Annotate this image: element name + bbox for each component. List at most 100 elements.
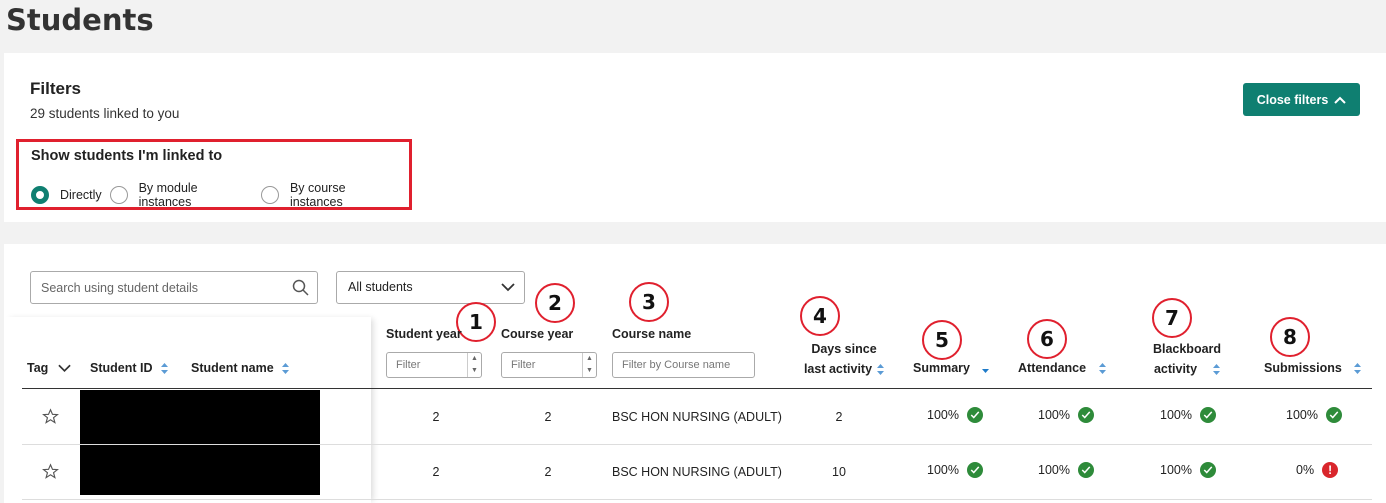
sort-icon xyxy=(160,363,168,375)
check-icon xyxy=(1077,407,1094,423)
column-header-student-name[interactable]: Student name xyxy=(191,358,290,378)
stepper-down-icon[interactable]: ▼ xyxy=(468,365,481,377)
chevron-up-icon xyxy=(1334,96,1346,104)
blackboard-cell: 100% xyxy=(1160,462,1216,478)
student-year-cell: 2 xyxy=(432,410,440,424)
column-header-days-since-activity[interactable]: Days since last activity xyxy=(789,339,899,379)
student-year-filter-placeholder: Filter xyxy=(396,359,421,371)
attendance-value: 100% xyxy=(1038,463,1070,477)
column-header-course-name[interactable]: Course name xyxy=(612,324,691,344)
check-icon xyxy=(966,462,983,478)
annotation-marker: 4 xyxy=(800,296,840,336)
column-header-summary[interactable]: Summary xyxy=(913,358,990,378)
attendance-cell: 100% xyxy=(1038,462,1094,478)
close-filters-label: Close filters xyxy=(1256,92,1329,107)
column-header-submissions[interactable]: Submissions xyxy=(1264,358,1362,378)
sort-icon xyxy=(1354,363,1362,375)
check-icon xyxy=(1199,462,1216,478)
stepper[interactable]: ▲ ▼ xyxy=(582,353,596,377)
chevron-down-icon xyxy=(501,283,515,292)
course-name-cell: BSC HON NURSING (ADULT) xyxy=(612,410,782,424)
sort-desc-icon xyxy=(982,369,990,374)
star-icon[interactable] xyxy=(42,408,59,425)
course-year-cell: 2 xyxy=(544,465,552,479)
column-header-student-name-label: Student name xyxy=(191,361,274,375)
course-name-cell: BSC HON NURSING (ADULT) xyxy=(612,465,782,479)
course-year-filter-placeholder: Filter xyxy=(511,359,536,371)
student-type-select[interactable]: All students xyxy=(336,271,525,304)
student-type-select-value: All students xyxy=(348,280,413,294)
radio-module-instances[interactable]: By module instances xyxy=(109,181,253,209)
blackboard-value: 100% xyxy=(1160,463,1192,477)
redacted-student-info xyxy=(80,445,320,495)
column-header-student-year[interactable]: Student year xyxy=(386,324,462,344)
radio-checked-icon xyxy=(31,186,49,204)
column-header-summary-label: Summary xyxy=(913,361,970,375)
radio-directly[interactable]: Directly xyxy=(31,186,102,204)
chevron-down-icon xyxy=(58,364,71,372)
column-header-student-id-label: Student ID xyxy=(90,361,153,375)
submissions-value: 0% xyxy=(1296,463,1315,477)
column-header-student-id[interactable]: Student ID xyxy=(90,358,168,378)
sort-icon xyxy=(1213,364,1221,376)
linked-to-radio-group: Directly By module instances By course i… xyxy=(31,181,409,209)
summary-cell: 100% xyxy=(927,407,983,423)
annotation-marker: 8 xyxy=(1270,317,1310,357)
column-header-blackboard-line1: Blackboard xyxy=(1152,342,1222,356)
annotation-marker: 2 xyxy=(535,283,575,323)
linked-to-highlight: Show students I'm linked to Directly By … xyxy=(16,139,412,210)
column-header-attendance-label: Attendance xyxy=(1018,361,1087,375)
column-header-course-year[interactable]: Course year xyxy=(501,324,573,344)
search-box xyxy=(30,271,318,304)
check-icon xyxy=(1199,407,1216,423)
course-year-filter[interactable]: Filter ▲ ▼ xyxy=(501,352,597,378)
search-input[interactable] xyxy=(31,272,281,303)
summary-value: 100% xyxy=(927,463,959,477)
days-cell: 2 xyxy=(835,410,843,424)
annotation-marker: 5 xyxy=(922,320,962,360)
radio-module-instances-label: By module instances xyxy=(138,181,198,209)
summary-value: 100% xyxy=(927,408,959,422)
column-header-blackboard-activity[interactable]: Blackboard activity xyxy=(1132,339,1242,379)
student-year-filter[interactable]: Filter ▲ ▼ xyxy=(386,352,482,378)
close-filters-button[interactable]: Close filters xyxy=(1243,83,1360,116)
submissions-cell: 0%! xyxy=(1296,462,1339,478)
radio-directly-label: Directly xyxy=(60,188,102,202)
students-table-panel: All students 1 2 3 4 5 6 7 8 Tag Student… xyxy=(4,244,1386,503)
submissions-cell: 100% xyxy=(1286,407,1342,423)
annotation-marker: 6 xyxy=(1027,319,1067,359)
blackboard-value: 100% xyxy=(1160,408,1192,422)
column-header-blackboard-line2: activity xyxy=(1153,362,1198,376)
blackboard-cell: 100% xyxy=(1160,407,1216,423)
sort-icon xyxy=(282,363,290,375)
submissions-value: 100% xyxy=(1286,408,1318,422)
stepper-up-icon[interactable]: ▲ xyxy=(583,353,596,365)
row-divider xyxy=(22,499,1372,500)
filters-title: Filters xyxy=(30,79,82,98)
annotation-marker: 7 xyxy=(1152,298,1192,338)
annotation-marker: 3 xyxy=(629,282,669,322)
column-header-attendance[interactable]: Attendance xyxy=(1018,358,1106,378)
days-cell: 10 xyxy=(832,465,846,479)
check-icon xyxy=(1325,407,1342,423)
radio-unchecked-icon xyxy=(109,186,128,204)
stepper-up-icon[interactable]: ▲ xyxy=(468,353,481,365)
search-icon[interactable] xyxy=(292,279,309,296)
column-header-tag-label: Tag xyxy=(27,361,49,375)
column-header-submissions-label: Submissions xyxy=(1264,361,1342,375)
attendance-cell: 100% xyxy=(1038,407,1094,423)
header-divider xyxy=(22,388,1372,389)
course-name-filter[interactable]: Filter by Course name xyxy=(612,352,755,378)
radio-course-instances[interactable]: By course instances xyxy=(261,181,401,209)
column-header-days-line1: Days since xyxy=(811,342,877,356)
stepper-down-icon[interactable]: ▼ xyxy=(583,365,596,377)
course-name-filter-placeholder: Filter by Course name xyxy=(622,359,731,371)
check-icon xyxy=(966,407,983,423)
column-header-tag[interactable]: Tag xyxy=(27,358,71,378)
annotation-marker: 1 xyxy=(456,302,496,342)
stepper[interactable]: ▲ ▼ xyxy=(467,353,481,377)
star-icon[interactable] xyxy=(42,463,59,480)
summary-cell: 100% xyxy=(927,462,983,478)
column-header-days-line2: last activity xyxy=(803,362,873,376)
sort-icon xyxy=(877,364,885,376)
